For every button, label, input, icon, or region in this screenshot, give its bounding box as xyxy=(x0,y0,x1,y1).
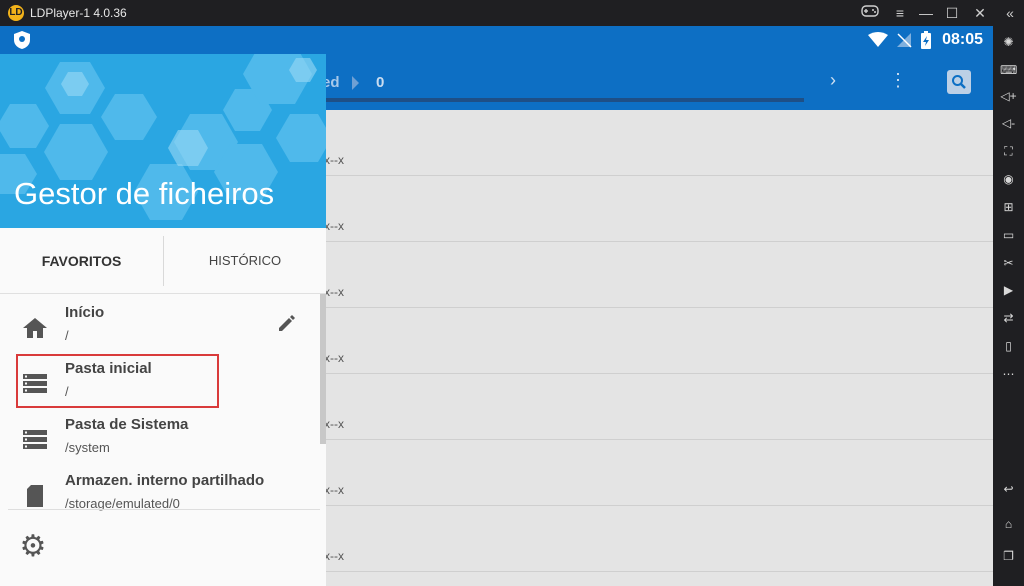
android-screen: ed 0 › ⋮ x--x x--x x--x x--x x--x x--x x… xyxy=(0,54,993,586)
list-item-meta: x--x xyxy=(324,219,344,233)
video-play-icon[interactable]: ▶ xyxy=(1000,282,1017,298)
list-item[interactable]: x--x xyxy=(322,110,993,176)
add-window-icon[interactable]: ⊞ xyxy=(1000,199,1017,215)
recents-icon[interactable]: ❐ xyxy=(1000,548,1017,564)
drawer-item-path: /system xyxy=(65,440,110,455)
list-item-meta: x--x xyxy=(324,549,344,563)
drawer-scrollbar[interactable] xyxy=(320,294,326,444)
sd-card-icon xyxy=(27,485,43,507)
breadcrumb-separator-icon xyxy=(352,76,359,90)
maximize-icon[interactable]: ☐ xyxy=(940,3,964,23)
keyboard-icon[interactable]: ⌨ xyxy=(1000,62,1017,78)
volume-up-icon[interactable]: ◁+ xyxy=(1000,88,1017,104)
android-statusbar: 08:05 xyxy=(0,26,993,54)
breadcrumb-count[interactable]: 0 xyxy=(376,74,384,91)
storage-icon xyxy=(23,430,47,449)
search-icon xyxy=(952,75,966,89)
wifi-icon xyxy=(868,32,888,47)
drawer-item-label: Início xyxy=(65,304,105,321)
minimize-icon[interactable]: — xyxy=(914,3,938,23)
drawer-item-internal-storage[interactable]: Armazen. interno partilhado /storage/emu… xyxy=(0,466,320,522)
edit-pencil-icon[interactable] xyxy=(276,312,298,334)
list-item-meta: x--x xyxy=(324,153,344,167)
emulator-sidebar: ✺ ⌨ ◁+ ◁- ⛶ ◉ ⊞ ▭ ✂ ▶ ⇄ ▯ ⋯ ↩ ⌂ ❐ xyxy=(993,26,1024,586)
drawer-tabs: FAVORITOS HISTÓRICO xyxy=(0,228,326,294)
list-item[interactable]: x--x xyxy=(322,308,993,374)
overflow-menu-icon[interactable]: ⋮ xyxy=(889,70,907,91)
list-item[interactable]: x--x xyxy=(322,506,993,572)
list-item[interactable]: x--x xyxy=(322,374,993,440)
drawer-item-home[interactable]: Início / xyxy=(0,298,320,354)
home-icon xyxy=(23,318,47,338)
list-item[interactable]: x--x xyxy=(322,242,993,308)
list-item-meta: x--x xyxy=(324,483,344,497)
settings-gear-icon[interactable]: ⚙ xyxy=(16,530,50,564)
chevron-right-icon[interactable]: › xyxy=(830,70,836,91)
battery-charging-icon xyxy=(921,31,931,49)
drawer-title: Gestor de ficheiros xyxy=(14,176,275,211)
drawer-item-label: Pasta de Sistema xyxy=(65,416,189,433)
fullscreen-icon[interactable]: ⛶ xyxy=(1000,143,1017,159)
list-item-meta: x--x xyxy=(324,285,344,299)
more-icon[interactable]: ⋯ xyxy=(1000,366,1017,382)
scissors-icon[interactable]: ✂ xyxy=(1000,255,1017,271)
shake-icon[interactable]: ▯ xyxy=(1000,338,1017,354)
selection-highlight-box xyxy=(16,354,219,408)
loading-progress-bar xyxy=(322,98,804,102)
drawer-item-system-folder[interactable]: Pasta de Sistema /system xyxy=(0,410,320,466)
menu-icon[interactable]: ≡ xyxy=(888,3,912,23)
tab-favorites[interactable]: FAVORITOS xyxy=(0,228,163,294)
close-icon[interactable]: ✕ xyxy=(968,3,992,23)
list-item-meta: x--x xyxy=(324,417,344,431)
volume-down-icon[interactable]: ◁- xyxy=(1000,115,1017,131)
window-title: LDPlayer-1 4.0.36 xyxy=(30,6,127,20)
drawer-item-path: / xyxy=(65,328,69,343)
drawer-item-label: Armazen. interno partilhado xyxy=(65,472,265,489)
ldplayer-logo-icon: LD xyxy=(8,5,24,21)
back-icon[interactable]: ↩ xyxy=(1000,481,1017,497)
window-titlebar: LD LDPlayer-1 4.0.36 ≡ — ☐ ✕ « xyxy=(0,0,1024,26)
home-nav-icon[interactable]: ⌂ xyxy=(1000,516,1017,532)
list-item-meta: x--x xyxy=(324,351,344,365)
settings-icon[interactable]: ✺ xyxy=(1000,34,1017,50)
navigation-drawer: Gestor de ficheiros FAVORITOS HISTÓRICO … xyxy=(0,54,326,586)
tab-history[interactable]: HISTÓRICO xyxy=(164,228,326,294)
search-button[interactable] xyxy=(947,70,971,94)
drawer-header: Gestor de ficheiros xyxy=(0,54,326,228)
no-signal-icon xyxy=(897,33,912,48)
shield-icon xyxy=(14,31,30,49)
clock: 08:05 xyxy=(942,31,983,48)
gamepad-icon[interactable] xyxy=(858,3,882,23)
collapse-sidebar-icon[interactable]: « xyxy=(998,3,1022,23)
apk-install-icon[interactable]: ▭ xyxy=(1000,227,1017,243)
record-icon[interactable]: ◉ xyxy=(1000,171,1017,187)
list-item[interactable]: x--x xyxy=(322,176,993,242)
sync-icon[interactable]: ⇄ xyxy=(1000,310,1017,326)
drawer-divider xyxy=(8,509,320,510)
list-item[interactable]: x--x xyxy=(322,440,993,506)
